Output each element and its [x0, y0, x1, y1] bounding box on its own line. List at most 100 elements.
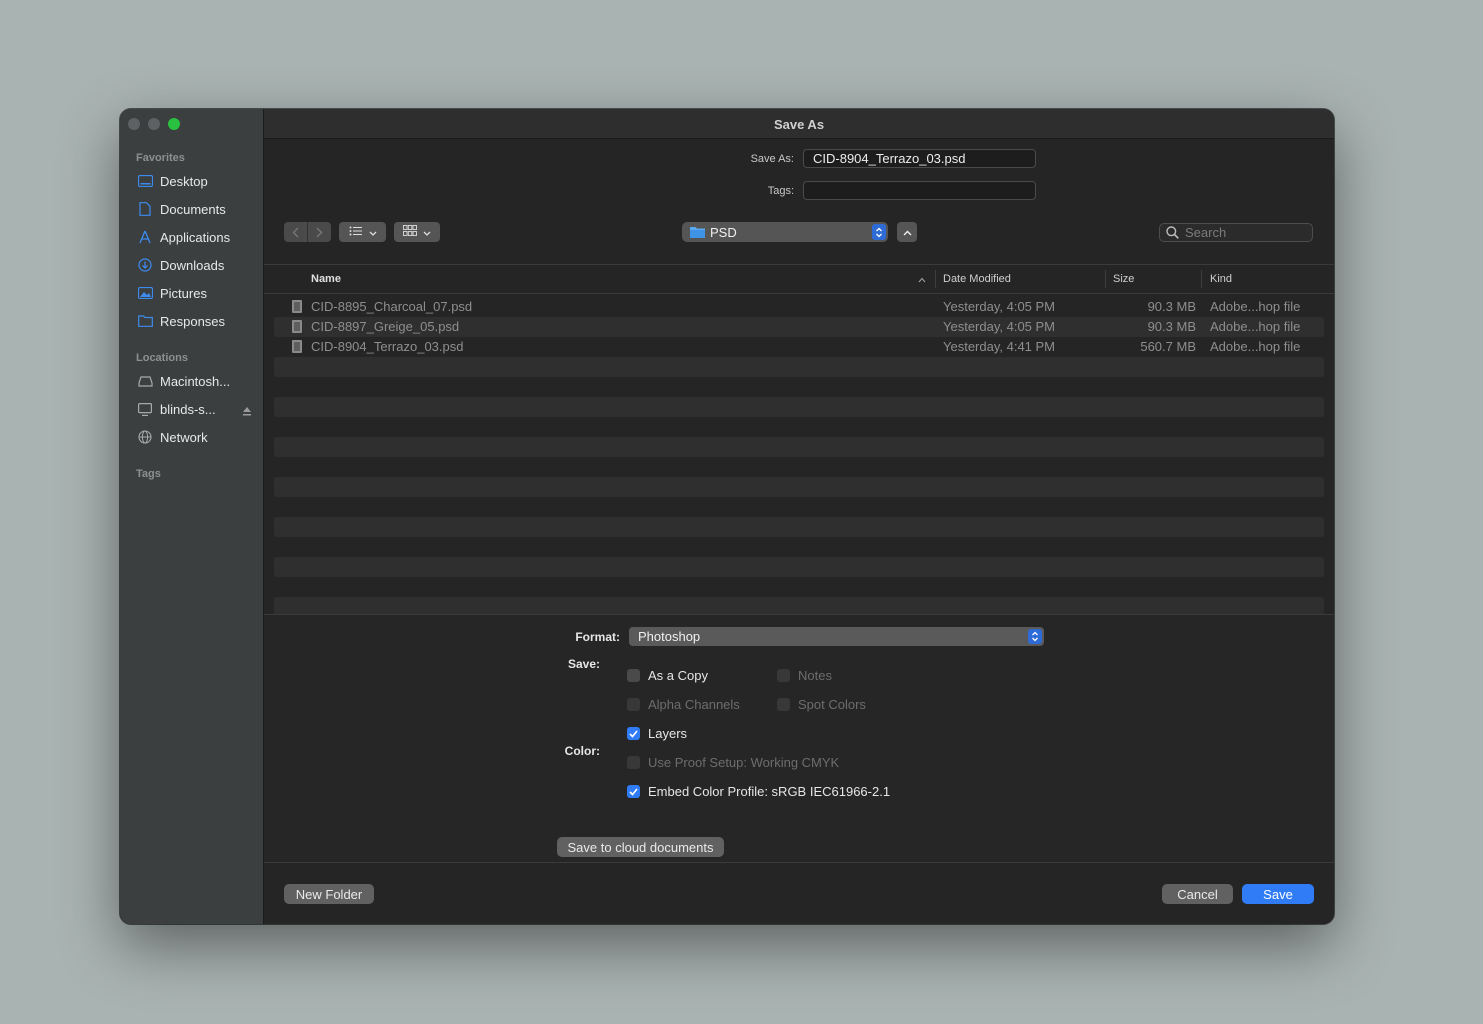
- alpha-channels-checkbox[interactable]: Alpha Channels: [627, 697, 740, 712]
- sidebar-item-blinds-server[interactable]: blinds-s...: [137, 398, 252, 420]
- sidebar-item-label: Applications: [160, 229, 231, 245]
- sidebar-item-label: Downloads: [160, 257, 225, 273]
- save-as-dialog: Favorites Desktop Documents Applications…: [120, 109, 1334, 924]
- file-kind: Adobe...hop file: [1210, 299, 1301, 314]
- network-icon: [137, 429, 153, 445]
- empty-row: [274, 537, 1324, 557]
- file-size: 560.7 MB: [1140, 339, 1196, 354]
- file-size: 90.3 MB: [1147, 299, 1196, 314]
- column-size[interactable]: Size: [1113, 273, 1134, 285]
- sidebar-item-network[interactable]: Network: [137, 426, 252, 448]
- disk-icon: [137, 373, 153, 389]
- sidebar-item-applications[interactable]: Applications: [137, 226, 252, 248]
- zoom-window-button[interactable]: [168, 118, 180, 130]
- window-title: Save As: [773, 117, 825, 132]
- psd-file-icon: [292, 320, 302, 333]
- file-kind: Adobe...hop file: [1210, 319, 1301, 334]
- tags-field[interactable]: [803, 181, 1036, 200]
- file-date: Yesterday, 4:05 PM: [943, 299, 1056, 314]
- sidebar-item-responses[interactable]: Responses: [137, 310, 252, 332]
- computer-icon: [137, 401, 153, 417]
- back-button[interactable]: [284, 227, 307, 238]
- save-button[interactable]: Save: [1242, 884, 1314, 904]
- up-down-chevron-icon: [872, 224, 886, 240]
- empty-row: [274, 357, 1324, 377]
- save-as-field[interactable]: CID-8904_Terrazo_03.psd: [803, 149, 1036, 168]
- spot-colors-checkbox[interactable]: Spot Colors: [777, 697, 866, 712]
- checkbox-box: [627, 698, 640, 711]
- format-label: Format:: [575, 630, 620, 644]
- collapse-browser-button[interactable]: [897, 222, 917, 242]
- sidebar-item-macintosh-hd[interactable]: Macintosh...: [137, 370, 252, 392]
- file-row[interactable]: CID-8895_Charcoal_07.psd Yesterday, 4:05…: [274, 297, 1324, 317]
- empty-row: [274, 497, 1324, 517]
- sidebar-item-label: Pictures: [160, 285, 207, 301]
- location-label: PSD: [710, 224, 737, 240]
- sidebar-item-label: Network: [160, 429, 208, 445]
- save-options-panel: Format: Photoshop Save: As a Copy Notes …: [264, 614, 1334, 863]
- location-popup[interactable]: PSD: [682, 222, 888, 242]
- grid-view-icon: [403, 223, 417, 241]
- checkbox-box: [777, 669, 790, 682]
- checkbox-label: Layers: [648, 726, 688, 741]
- checkbox-box: [777, 698, 790, 711]
- color-options-label: Color:: [564, 744, 600, 758]
- sidebar-item-label: Macintosh...: [160, 373, 231, 389]
- empty-row: [274, 397, 1324, 417]
- folder-icon: [690, 226, 705, 238]
- empty-row: [274, 417, 1324, 437]
- tags-heading: Tags: [136, 468, 161, 480]
- list-view-button[interactable]: [339, 222, 386, 242]
- checkbox-label: Notes: [798, 668, 832, 683]
- save-options-label: Save:: [567, 657, 600, 671]
- layers-checkbox[interactable]: Layers: [627, 726, 687, 741]
- search-icon: [1166, 226, 1179, 239]
- empty-row: [274, 437, 1324, 457]
- window-controls: [128, 118, 180, 130]
- file-name: CID-8897_Greige_05.psd: [311, 319, 460, 334]
- sidebar-item-documents[interactable]: Documents: [137, 198, 252, 220]
- file-row[interactable]: CID-8904_Terrazo_03.psd Yesterday, 4:41 …: [274, 337, 1324, 357]
- icon-view-button[interactable]: [394, 222, 440, 242]
- sidebar-item-desktop[interactable]: Desktop: [137, 170, 252, 192]
- column-name[interactable]: Name: [311, 273, 341, 285]
- checkbox-label: Spot Colors: [798, 697, 866, 712]
- embed-color-profile-checkbox[interactable]: Embed Color Profile: sRGB IEC61966-2.1: [627, 784, 890, 799]
- list-view-icon: [349, 223, 363, 241]
- new-folder-button[interactable]: New Folder: [284, 884, 374, 904]
- file-kind: Adobe...hop file: [1210, 339, 1301, 354]
- checkbox-box: [627, 669, 640, 682]
- sidebar-item-label: blinds-s...: [160, 401, 216, 417]
- column-kind[interactable]: Kind: [1210, 273, 1232, 285]
- sidebar-item-downloads[interactable]: Downloads: [137, 254, 252, 276]
- sidebar-item-label: Responses: [160, 313, 226, 329]
- main-panel: Save As Save As: CID-8904_Terrazo_03.psd…: [264, 109, 1334, 924]
- cancel-button[interactable]: Cancel: [1162, 884, 1233, 904]
- save-to-cloud-button[interactable]: Save to cloud documents: [557, 837, 724, 857]
- sidebar-item-label: Desktop: [160, 173, 208, 189]
- checkbox-label: Embed Color Profile: sRGB IEC61966-2.1: [648, 784, 891, 799]
- empty-row: [274, 377, 1324, 397]
- column-header: Name Date Modified Size Kind: [264, 264, 1334, 294]
- checkbox-label: As a Copy: [648, 668, 708, 683]
- folder-icon: [137, 313, 153, 329]
- column-date-modified[interactable]: Date Modified: [943, 273, 1011, 285]
- file-date: Yesterday, 4:41 PM: [943, 339, 1056, 354]
- eject-icon[interactable]: [242, 404, 252, 416]
- search-field[interactable]: Search: [1159, 223, 1313, 242]
- notes-checkbox[interactable]: Notes: [777, 668, 832, 683]
- desktop-icon: [137, 173, 153, 189]
- file-row[interactable]: CID-8897_Greige_05.psd Yesterday, 4:05 P…: [274, 317, 1324, 337]
- format-popup[interactable]: Photoshop: [629, 627, 1044, 646]
- as-a-copy-checkbox[interactable]: As a Copy: [627, 668, 708, 683]
- close-window-button[interactable]: [128, 118, 140, 130]
- sidebar: Favorites Desktop Documents Applications…: [120, 109, 264, 924]
- use-proof-setup-checkbox[interactable]: Use Proof Setup: Working CMYK: [627, 755, 839, 770]
- sidebar-item-pictures[interactable]: Pictures: [137, 282, 252, 304]
- minimize-window-button[interactable]: [148, 118, 160, 130]
- downloads-icon: [137, 257, 153, 273]
- pictures-icon: [137, 285, 153, 301]
- psd-file-icon: [292, 340, 302, 353]
- forward-button[interactable]: [308, 227, 331, 238]
- checkbox-box: [627, 756, 640, 769]
